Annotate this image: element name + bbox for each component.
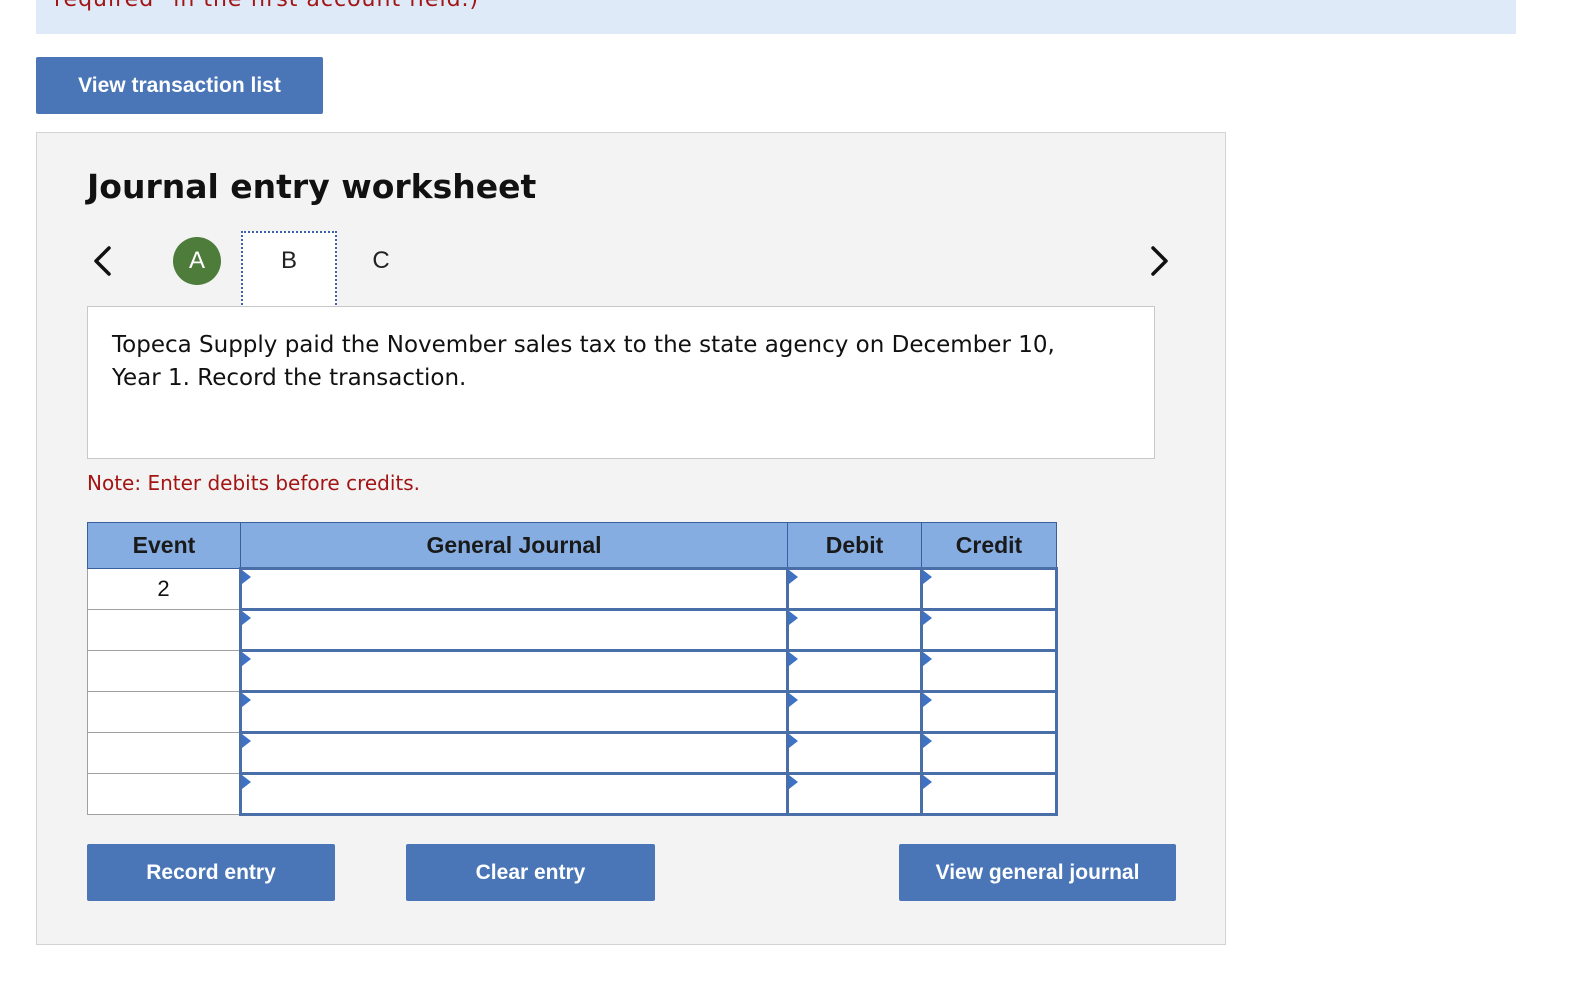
header-general-journal: General Journal (240, 522, 788, 569)
journal-entry-table: Event General Journal Debit Credit 2 (87, 522, 1058, 816)
credit-input[interactable] (920, 567, 1058, 611)
header-credit: Credit (921, 522, 1057, 569)
transaction-description: Topeca Supply paid the November sales ta… (112, 332, 1055, 391)
account-input[interactable] (239, 567, 789, 611)
event-cell: 2 (87, 568, 241, 610)
dropdown-marker-icon (923, 652, 932, 666)
table-row (87, 608, 1058, 652)
tab-b[interactable]: B (241, 231, 337, 309)
dropdown-marker-icon (789, 652, 798, 666)
dropdown-marker-icon (789, 611, 798, 625)
clear-entry-button[interactable]: Clear entry (406, 844, 655, 901)
dropdown-marker-icon (923, 734, 932, 748)
view-general-journal-button[interactable]: View general journal (899, 844, 1176, 901)
debit-input[interactable] (786, 649, 923, 693)
table-row: 2 (87, 567, 1058, 611)
header-event: Event (87, 522, 241, 569)
credit-input[interactable] (920, 690, 1058, 734)
dropdown-marker-icon (789, 734, 798, 748)
dropdown-marker-icon (923, 693, 932, 707)
dropdown-marker-icon (789, 693, 798, 707)
debit-input[interactable] (786, 567, 923, 611)
dropdown-marker-icon (923, 611, 932, 625)
entry-note: Note: Enter debits before credits. (87, 471, 421, 495)
credit-input[interactable] (920, 731, 1058, 775)
account-input[interactable] (239, 731, 789, 775)
tab-a-completed-badge: A (173, 237, 221, 285)
instruction-banner: required" in the first account field.) (36, 0, 1516, 34)
view-transaction-list-button[interactable]: View transaction list (36, 57, 323, 114)
dropdown-marker-icon (242, 652, 251, 666)
next-tab-button[interactable] (1145, 241, 1175, 281)
tab-c[interactable]: C (333, 231, 429, 309)
debit-input[interactable] (786, 772, 923, 816)
event-cell (87, 732, 241, 774)
debit-input[interactable] (786, 690, 923, 734)
credit-input[interactable] (920, 649, 1058, 693)
account-input[interactable] (239, 608, 789, 652)
account-input[interactable] (239, 690, 789, 734)
table-row (87, 731, 1058, 775)
dropdown-marker-icon (242, 734, 251, 748)
dropdown-marker-icon (242, 775, 251, 789)
dropdown-marker-icon (242, 611, 251, 625)
account-input[interactable] (239, 649, 789, 693)
dropdown-marker-icon (242, 570, 251, 584)
dropdown-marker-icon (923, 775, 932, 789)
dropdown-marker-icon (789, 775, 798, 789)
table-row (87, 690, 1058, 734)
dropdown-marker-icon (923, 570, 932, 584)
previous-tab-button[interactable] (87, 241, 117, 281)
debit-input[interactable] (786, 608, 923, 652)
credit-input[interactable] (920, 772, 1058, 816)
table-row (87, 772, 1058, 816)
dropdown-marker-icon (242, 693, 251, 707)
table-row (87, 649, 1058, 693)
account-input[interactable] (239, 772, 789, 816)
event-cell (87, 609, 241, 651)
credit-input[interactable] (920, 608, 1058, 652)
debit-input[interactable] (786, 731, 923, 775)
event-cell (87, 691, 241, 733)
banner-text: required" in the first account field.) (54, 0, 479, 12)
dropdown-marker-icon (789, 570, 798, 584)
chevron-right-icon (1151, 246, 1168, 276)
event-cell (87, 650, 241, 692)
header-debit: Debit (787, 522, 922, 569)
transaction-description-box: Topeca Supply paid the November sales ta… (87, 306, 1155, 459)
table-header-row: Event General Journal Debit Credit (87, 522, 1057, 569)
chevron-left-icon (94, 246, 111, 276)
event-cell (87, 773, 241, 815)
tab-a[interactable]: A (149, 231, 245, 309)
worksheet-title: Journal entry worksheet (87, 167, 537, 206)
record-entry-button[interactable]: Record entry (87, 844, 335, 901)
journal-entry-worksheet-panel: Journal entry worksheet A B C Topeca Sup… (36, 132, 1226, 945)
